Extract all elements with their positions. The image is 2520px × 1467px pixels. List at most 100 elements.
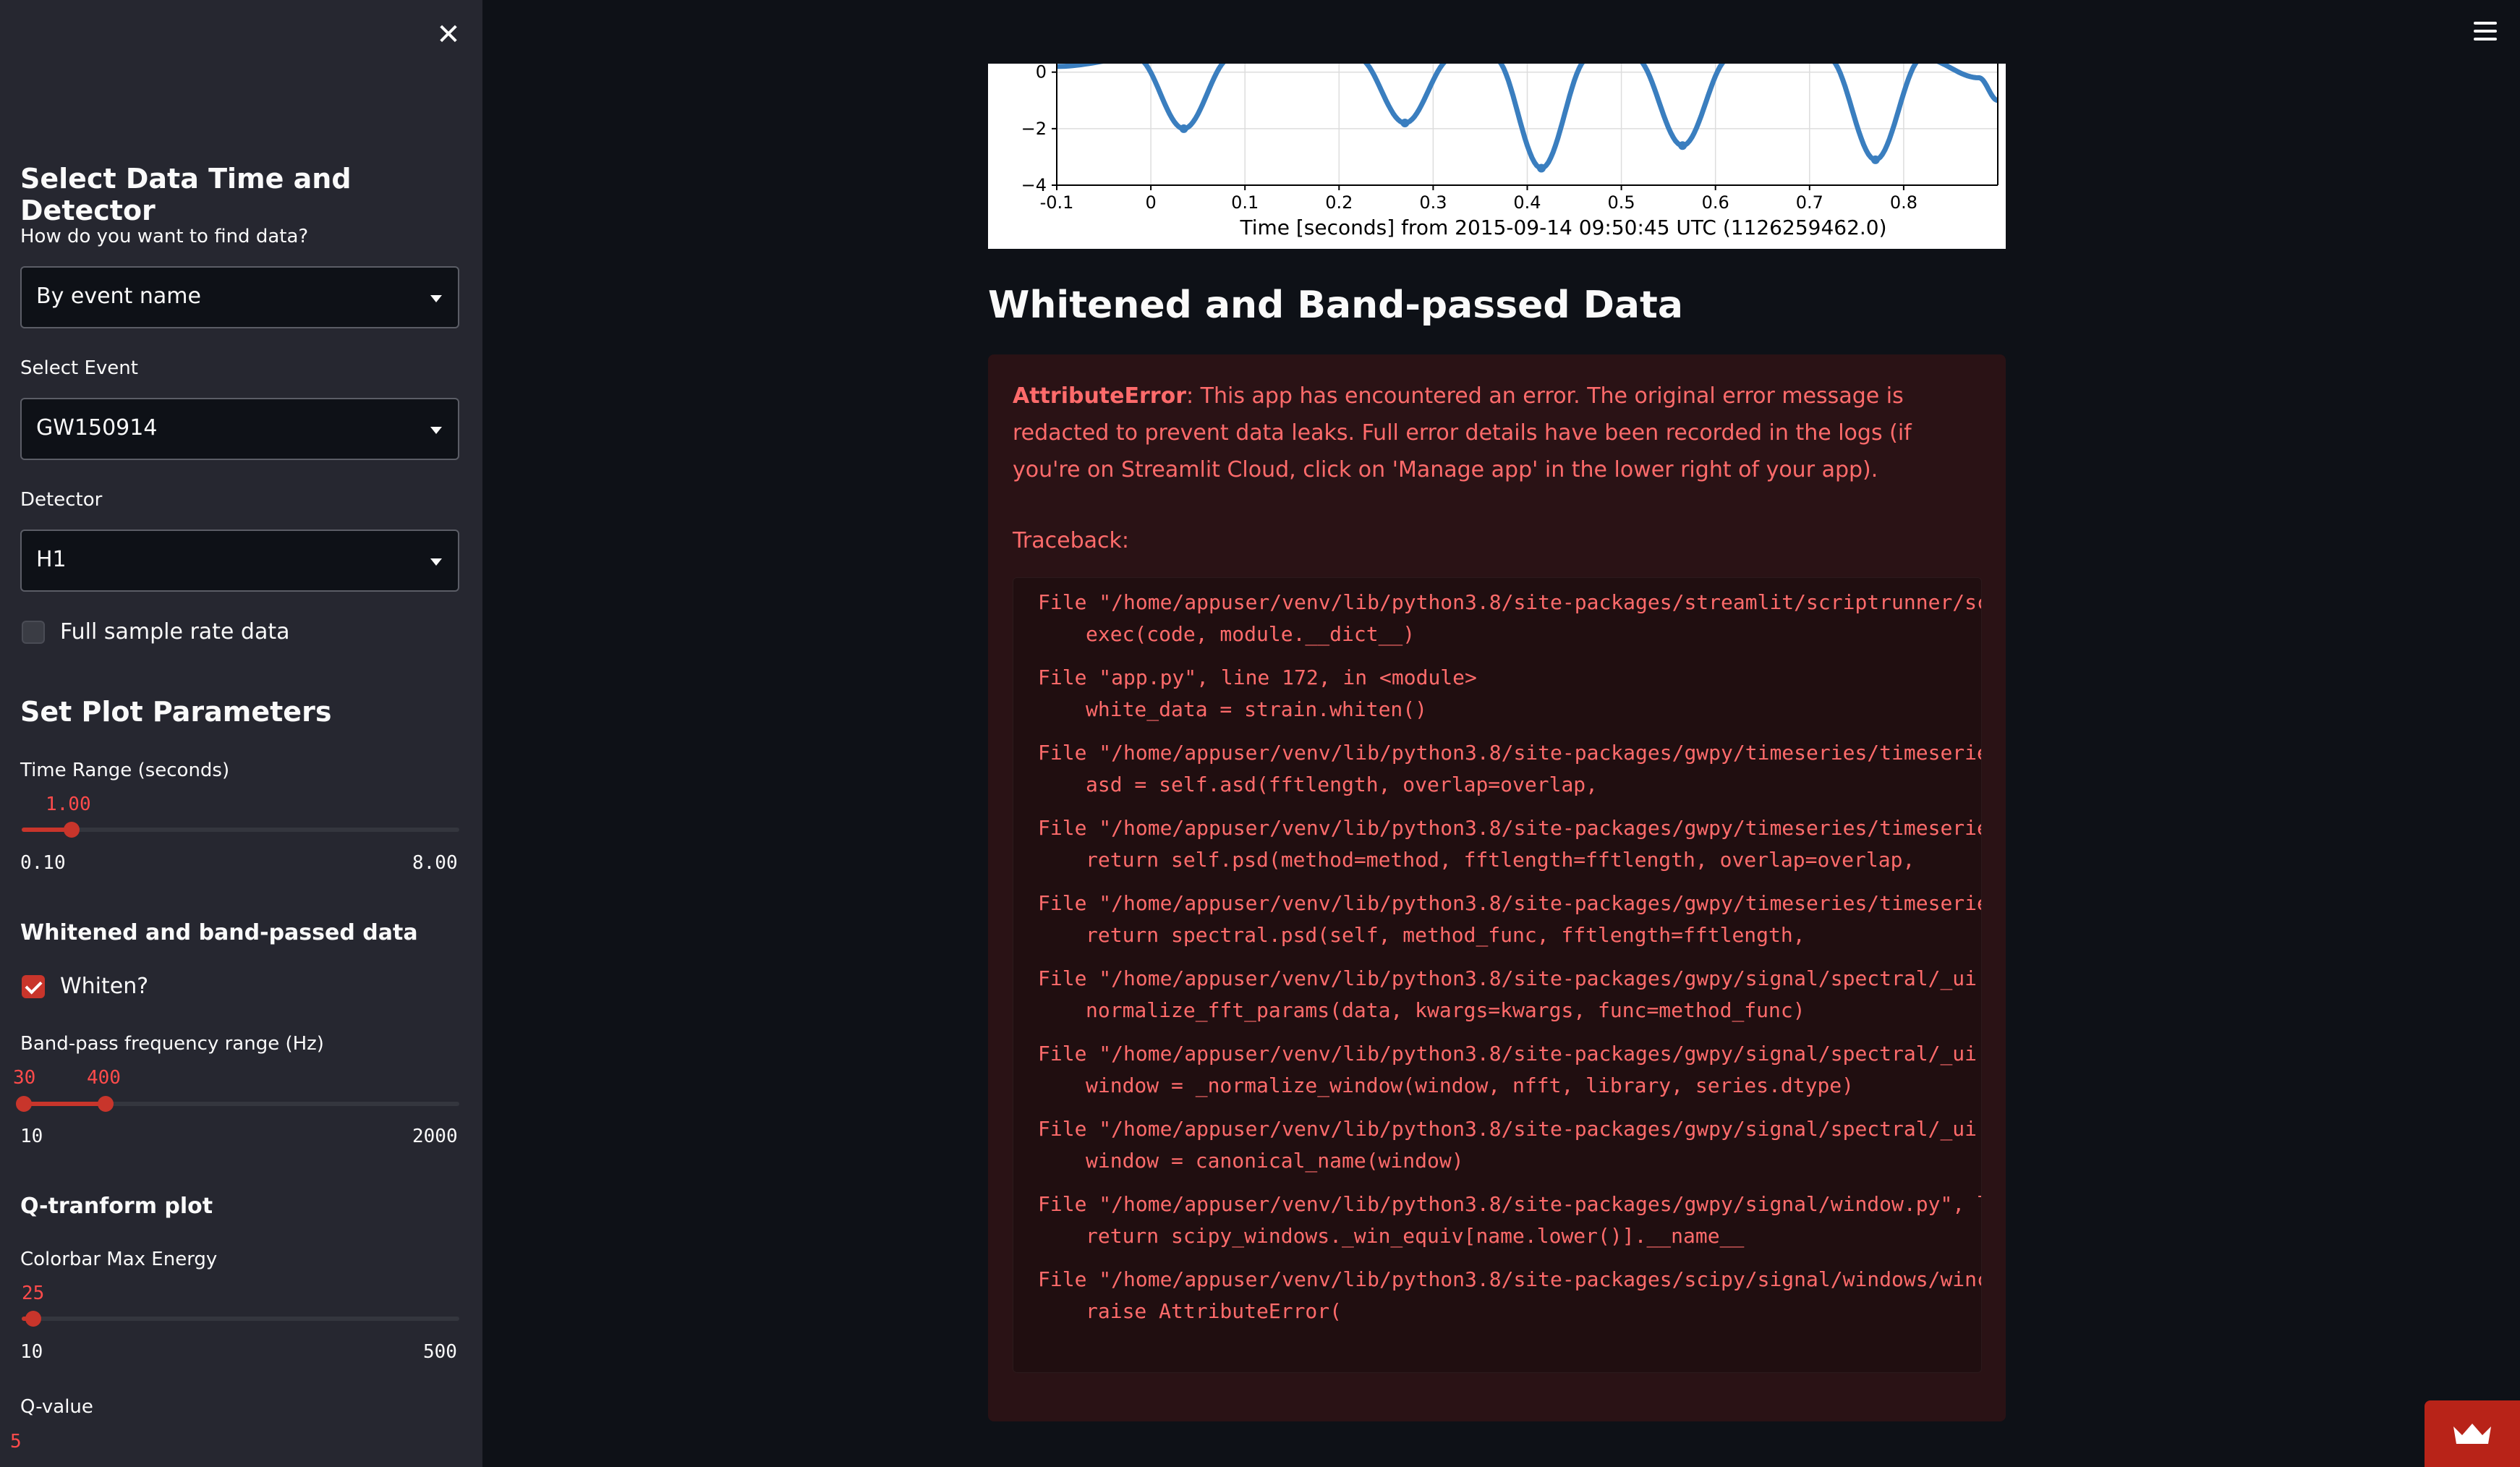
traceback-code-line: window = _normalize_window(window, nfft,… — [1086, 1073, 1855, 1097]
time-range-label: Time Range (seconds) — [20, 760, 230, 781]
slider-thumb[interactable] — [64, 822, 80, 838]
colorbar-slider[interactable] — [22, 1311, 459, 1327]
traceback-frame: File "/home/appuser/venv/lib/python3.8/s… — [1038, 1189, 1982, 1252]
x-tick-label: 0.5 — [1608, 192, 1635, 213]
data-point — [1870, 155, 1880, 164]
error-message: AttributeError: This app has encountered… — [1013, 378, 1982, 488]
x-tick-label: -0.1 — [1040, 192, 1074, 213]
chevron-down-icon — [430, 295, 442, 302]
traceback-code-line: return self.psd(method=method, fftlength… — [1086, 848, 1915, 872]
slider-thumb[interactable] — [25, 1311, 41, 1327]
time-range-max: 8.00 — [412, 852, 458, 874]
error-type: AttributeError — [1013, 383, 1186, 409]
bandpass-min: 10 — [20, 1126, 43, 1147]
detector-label: Detector — [20, 489, 103, 511]
traceback-frame: File "/home/appuser/venv/lib/python3.8/s… — [1038, 587, 1982, 650]
traceback-code-line: exec(code, module.__dict__) — [1086, 622, 1416, 646]
time-range-min: 0.10 — [20, 852, 66, 874]
traceback-file: File "/home/appuser/venv/lib/python3.8/s… — [1038, 966, 1982, 990]
x-tick-label: 0 — [1145, 192, 1156, 213]
chevron-down-icon — [430, 427, 442, 434]
bandpass-high-value: 400 — [87, 1067, 121, 1089]
section-title-plot: Set Plot Parameters — [20, 696, 332, 728]
whiten-heading: Whitened and band-passed data — [20, 920, 418, 945]
slider-fill — [24, 1102, 108, 1106]
x-tick-label: 0.4 — [1513, 192, 1541, 213]
traceback-label: Traceback: — [1013, 528, 1129, 553]
page-title: Whitened and Band-passed Data — [988, 284, 1683, 327]
traceback-frame: File "/home/appuser/venv/lib/python3.8/s… — [1038, 737, 1982, 801]
detector-value: H1 — [36, 547, 67, 572]
chevron-down-icon — [430, 558, 442, 566]
traceback-file: File "/home/appuser/venv/lib/python3.8/s… — [1038, 816, 1982, 840]
close-sidebar-icon[interactable]: ✕ — [434, 20, 463, 49]
data-point — [1678, 141, 1687, 150]
bandpass-slider[interactable] — [16, 1096, 459, 1112]
time-range-slider[interactable] — [22, 822, 459, 838]
bandpass-label: Band-pass frequency range (Hz) — [20, 1033, 324, 1055]
colorbar-label: Colorbar Max Energy — [20, 1249, 218, 1270]
slider-thumb-low[interactable] — [16, 1096, 32, 1112]
traceback-code-line: return spectral.psd(self, method_func, f… — [1086, 923, 1805, 947]
colorbar-value: 25 — [22, 1283, 45, 1304]
traceback-code-line: asd = self.asd(fftlength, overlap=overla… — [1086, 773, 1599, 796]
traceback-file: File "/home/appuser/venv/lib/python3.8/s… — [1038, 741, 1982, 765]
bandpass-low-value: 30 — [13, 1067, 36, 1089]
strain-plot: -0.1 0 0.1 0.2 0.3 0.4 0.5 0.6 0.7 0.8 0 −2 −4 Time [… — [988, 64, 2006, 249]
x-tick-label: 0.6 — [1702, 192, 1729, 213]
x-axis-label: Time [seconds] from 2015-09-14 09:50:45 … — [1239, 216, 1886, 239]
find-data-value: By event name — [36, 284, 201, 309]
data-point — [1400, 119, 1410, 128]
whiten-label: Whiten? — [60, 974, 149, 999]
section-title-data: Select Data Time and Detector — [20, 163, 352, 226]
find-data-select[interactable]: By event name — [20, 266, 459, 328]
x-tick-label: 0.2 — [1325, 192, 1353, 213]
traceback-file: File "app.py", line 172, in <module> — [1038, 666, 1477, 689]
x-tick-label: 0.7 — [1796, 192, 1823, 213]
traceback-frame: File "/home/appuser/venv/lib/python3.8/s… — [1038, 1038, 1982, 1102]
event-value: GW150914 — [36, 415, 158, 441]
y-tick-label: 0 — [1036, 64, 1047, 82]
y-tick-label: −2 — [1021, 119, 1047, 139]
event-select[interactable]: GW150914 — [20, 398, 459, 460]
traceback-frame: File "app.py", line 172, in <module> whit… — [1038, 662, 1477, 726]
colorbar-min: 10 — [20, 1341, 43, 1363]
time-range-value: 1.00 — [46, 794, 91, 815]
traceback-code-line: raise AttributeError( — [1086, 1299, 1342, 1323]
slider-thumb-high[interactable] — [98, 1096, 114, 1112]
streamlit-crown-button[interactable] — [2425, 1400, 2520, 1467]
whiten-checkbox[interactable] — [22, 975, 45, 998]
detector-select[interactable]: H1 — [20, 530, 459, 592]
event-label: Select Event — [20, 357, 138, 379]
qvalue-label: Q-value — [20, 1396, 93, 1418]
hamburger-menu-icon[interactable] — [2474, 22, 2500, 43]
traceback-code[interactable]: File "/home/appuser/venv/lib/python3.8/s… — [1013, 577, 1982, 1373]
full-rate-checkbox[interactable] — [22, 621, 45, 644]
traceback-code-line: white_data = strain.whiten() — [1086, 697, 1428, 721]
y-tick-label: −4 — [1021, 175, 1047, 195]
traceback-code-line: normalize_fft_params(data, kwargs=kwargs… — [1086, 998, 1805, 1022]
x-tick-label: 0.3 — [1419, 192, 1447, 213]
data-point — [1537, 163, 1546, 173]
qvalue-value: 5 — [10, 1431, 22, 1453]
qplot-heading: Q-tranform plot — [20, 1194, 213, 1219]
traceback-file: File "/home/appuser/venv/lib/python3.8/s… — [1038, 590, 1982, 614]
traceback-frame: File "/home/appuser/venv/lib/python3.8/s… — [1038, 1264, 1982, 1327]
traceback-frame: File "/home/appuser/venv/lib/python3.8/s… — [1038, 888, 1982, 951]
traceback-frame: File "/home/appuser/venv/lib/python3.8/s… — [1038, 812, 1982, 876]
crown-icon — [2453, 1424, 2491, 1444]
traceback-file: File "/home/appuser/venv/lib/python3.8/s… — [1038, 1117, 1982, 1141]
data-point — [1179, 124, 1188, 133]
colorbar-max: 500 — [423, 1341, 457, 1363]
traceback-frame: File "/home/appuser/venv/lib/python3.8/s… — [1038, 963, 1982, 1026]
bandpass-max: 2000 — [412, 1126, 458, 1147]
traceback-file: File "/home/appuser/venv/lib/python3.8/s… — [1038, 1267, 1982, 1291]
traceback-code-line: return scipy_windows._win_equiv[name.low… — [1086, 1224, 1745, 1248]
error-box: AttributeError: This app has encountered… — [988, 354, 2006, 1421]
traceback-frame: File "/home/appuser/venv/lib/python3.8/s… — [1038, 1113, 1982, 1177]
traceback-file: File "/home/appuser/venv/lib/python3.8/s… — [1038, 1042, 1982, 1066]
find-data-label: How do you want to find data? — [20, 226, 309, 247]
traceback-code-line: window = canonical_name(window) — [1086, 1149, 1464, 1173]
traceback-file: File "/home/appuser/venv/lib/python3.8/s… — [1038, 1192, 1982, 1216]
traceback-file: File "/home/appuser/venv/lib/python3.8/s… — [1038, 891, 1982, 915]
